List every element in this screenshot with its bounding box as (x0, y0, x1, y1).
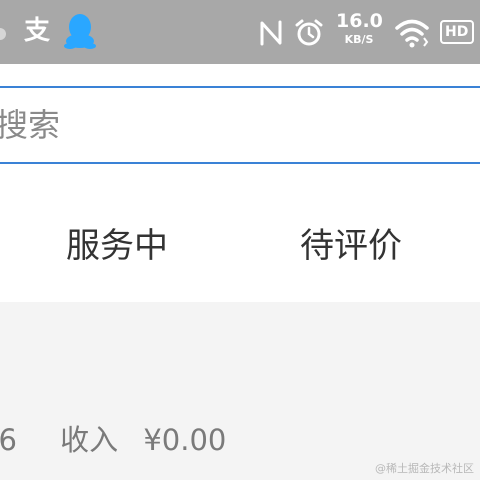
list-item[interactable]: 06 收入 ¥0.00 (0, 302, 480, 480)
alipay-icon: 支 (23, 16, 50, 46)
order-list: 06 收入 ¥0.00 @稀土掘金技术社区 (0, 302, 480, 480)
search-input[interactable] (0, 98, 476, 152)
qq-icon (64, 14, 96, 49)
alarm-icon (295, 19, 323, 46)
order-date: 06 (0, 423, 17, 457)
income-amount: ¥0.00 (143, 423, 227, 457)
hd-volte-icon: HD (440, 20, 474, 44)
tab-in-service[interactable]: 服务中 (66, 224, 168, 268)
income-label: 收入 (60, 423, 119, 457)
search-box[interactable] (0, 86, 480, 164)
order-status-tabs: 服务中 待评价 (0, 188, 480, 300)
wifi-icon (395, 19, 429, 48)
network-speed: 16.0 KB/S (336, 10, 383, 52)
network-speed-unit: KB/S (344, 33, 374, 46)
network-speed-value: 16.0 (336, 10, 383, 32)
page: 支 16.0 KB/S HD 搜索 服务中 待评价 6 收入 ¥0.00 @稀土… (0, 0, 480, 480)
notification-dot-icon (0, 28, 6, 40)
watermark: @稀土掘金技术社区 (375, 462, 474, 475)
tab-pending-review[interactable]: 待评价 (300, 224, 402, 268)
order-meta: 06 收入 ¥0.00 (0, 420, 226, 460)
nfc-icon (260, 20, 282, 46)
status-bar: 支 16.0 KB/S HD (0, 0, 480, 64)
